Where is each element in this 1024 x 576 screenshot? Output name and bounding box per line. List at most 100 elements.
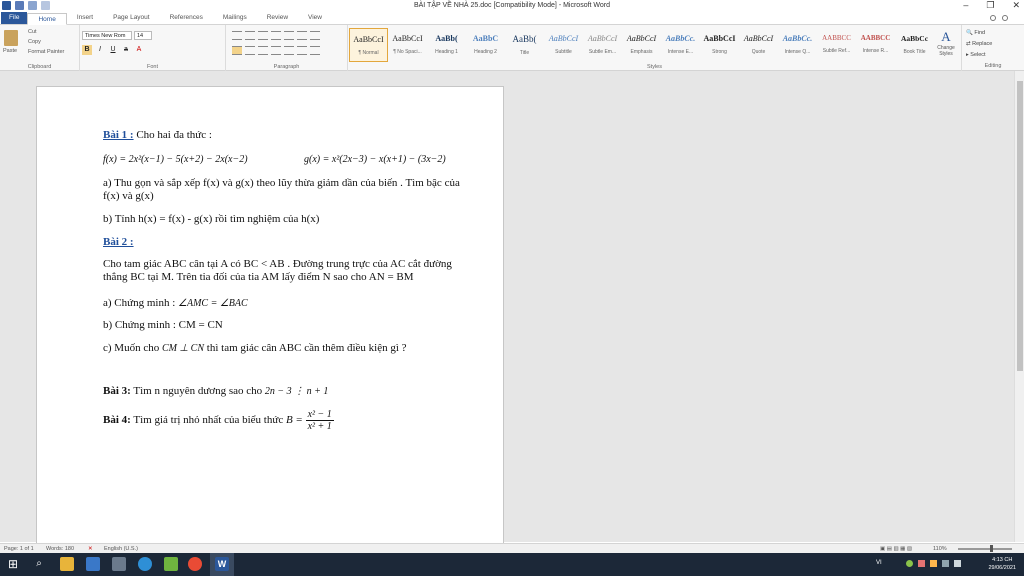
tab-view[interactable]: View [298,12,332,24]
tray-app-icon[interactable] [918,560,925,567]
style-subtitle[interactable]: AaBbCcI Subtitle [544,28,583,62]
style-quote[interactable]: AaBbCcI Quote [739,28,778,62]
font-size-select[interactable]: 14 [134,31,152,40]
tab-review[interactable]: Review [257,12,298,24]
format-painter-button[interactable]: Format Painter [28,49,64,55]
copy-button[interactable]: Copy [28,39,41,45]
show-formatting-icon[interactable] [310,31,320,40]
style-intense-reference[interactable]: AABBCC Intense R... [856,28,895,62]
numbering-icon[interactable] [245,31,255,40]
edge-icon[interactable] [138,557,152,571]
input-language[interactable]: VI [876,560,882,566]
zoom-level[interactable]: 110% [933,546,947,552]
tab-file[interactable]: File [1,12,28,24]
store-icon[interactable] [86,557,100,571]
search-icon[interactable]: ⌕ [32,557,46,571]
ribbon: Paste Cut Copy Format Painter Clipboard … [0,25,1024,71]
volume-icon[interactable] [954,560,961,567]
style-intense-quote[interactable]: AaBbCc. Intense Q... [778,28,817,62]
select-button[interactable]: ▸ Select [966,50,992,61]
find-button[interactable]: 🔍 Find [966,28,992,39]
bold-button[interactable]: B [82,45,92,55]
ribbon-tabs: File Home Insert Page Layout References … [0,12,1024,25]
paste-icon[interactable] [4,30,18,46]
paste-button[interactable]: Paste [3,48,17,54]
taskbar: ⊞ ⌕ W VI 4:13 CH 29/06/2021 [0,553,1024,576]
style-no-spacing[interactable]: AaBbCcI ¶ No Spaci... [388,28,427,62]
view-buttons[interactable]: ▣ ▤ ▥ ▦ ▧ [880,546,912,552]
vertical-scrollbar[interactable] [1014,71,1024,542]
tray-app-icon[interactable] [906,560,913,567]
zoom-slider-handle[interactable] [990,545,993,552]
style-intense-emphasis[interactable]: AaBbCc. Intense E... [661,28,700,62]
style-emphasis[interactable]: AaBbCcI Emphasis [622,28,661,62]
align-right-icon[interactable] [258,46,268,55]
restore-button[interactable]: ❐ [986,0,994,11]
tray-app-icon[interactable] [930,560,937,567]
zoom-slider[interactable] [958,545,1012,552]
bai2-text: Cho tam giác ABC cân tại A có BC < AB . … [103,258,452,283]
calculator-icon[interactable] [112,557,126,571]
style-heading-1[interactable]: AaBb(Heading 1 [427,28,466,62]
font-label: Font [146,64,158,70]
system-tray [906,560,961,567]
align-center-icon[interactable] [245,46,255,55]
app-icon[interactable] [164,557,178,571]
chrome-icon[interactable] [188,557,202,571]
word-taskbar-icon[interactable]: W [215,557,229,571]
borders-icon[interactable] [310,46,320,55]
shading-icon[interactable] [297,46,307,55]
page-count[interactable]: Page: 1 of 1 [4,546,34,552]
strikethrough-button[interactable]: a [121,45,131,55]
file-explorer-icon[interactable] [60,557,74,571]
style-heading-2[interactable]: AaBbC Heading 2 [466,28,505,62]
close-button[interactable]: ✕ [1012,0,1020,11]
tab-references[interactable]: References [160,12,213,24]
style-subtle-reference[interactable]: AABBCC Subtle Ref... [817,28,856,62]
multilevel-list-icon[interactable] [258,31,268,40]
cut-button[interactable]: Cut [28,29,37,35]
word-count[interactable]: Words: 180 [46,546,74,552]
underline-button[interactable]: U [108,45,118,55]
start-icon[interactable]: ⊞ [6,557,20,571]
style-normal[interactable]: AaBbCcI ¶ Normal [349,28,388,62]
sort-icon[interactable] [297,31,307,40]
bullets-icon[interactable] [232,31,242,40]
style-strong[interactable]: AaBbCcI Strong [700,28,739,62]
tab-home[interactable]: Home [27,13,67,25]
line-spacing-icon[interactable] [284,46,294,55]
bai3: Bài 3: Tìm n nguyên dương sao cho 2n − 3… [103,385,329,397]
decrease-indent-icon[interactable] [271,31,281,40]
clock[interactable]: 4:13 CH 29/06/2021 [988,556,1016,572]
style-title[interactable]: AaBb(Title [505,28,544,62]
help-icon[interactable] [1002,15,1008,21]
scrollbar-thumb[interactable] [1017,81,1023,371]
minimize-button[interactable]: – [963,0,968,11]
tab-page-layout[interactable]: Page Layout [103,12,160,24]
language-indicator[interactable]: English (U.S.) [104,546,138,552]
replace-button[interactable]: ⇄ Replace [966,39,992,50]
bai2-part-a: a) Chứng minh : ∠AMC = ∠BAC [103,297,248,309]
proofing-icon[interactable]: ✕ [88,546,93,552]
justify-icon[interactable] [271,46,281,55]
align-left-icon[interactable] [232,46,242,55]
increase-indent-icon[interactable] [284,31,294,40]
font-color-button[interactable]: A [134,45,144,55]
italic-button[interactable]: I [95,45,105,55]
tab-insert[interactable]: Insert [67,12,103,24]
window-title: BÀI TẬP VỀ NHÀ 25.doc [Compatibility Mod… [413,2,611,9]
tab-mailings[interactable]: Mailings [213,12,257,24]
editing-label: Editing [984,63,1002,69]
font-format-row: B I U a A [82,45,144,55]
bai2-heading: Bài 2 : [103,236,134,248]
minimize-ribbon-icon[interactable] [990,15,996,21]
change-styles-icon: A [941,29,951,44]
font-name-select[interactable]: Times New Rom [82,31,132,40]
style-book-title[interactable]: AaBbCc Book Title [895,28,934,62]
style-subtle-emphasis[interactable]: AaBbCcI Subtle Em... [583,28,622,62]
styles-label: Styles [647,64,662,70]
bai4-fraction: x² − 1 x² + 1 [305,408,334,432]
network-icon[interactable] [942,560,949,567]
bai2-part-b: b) Chứng minh : CM = CN [103,319,223,331]
change-styles-button[interactable]: A Change Styles [934,29,958,57]
